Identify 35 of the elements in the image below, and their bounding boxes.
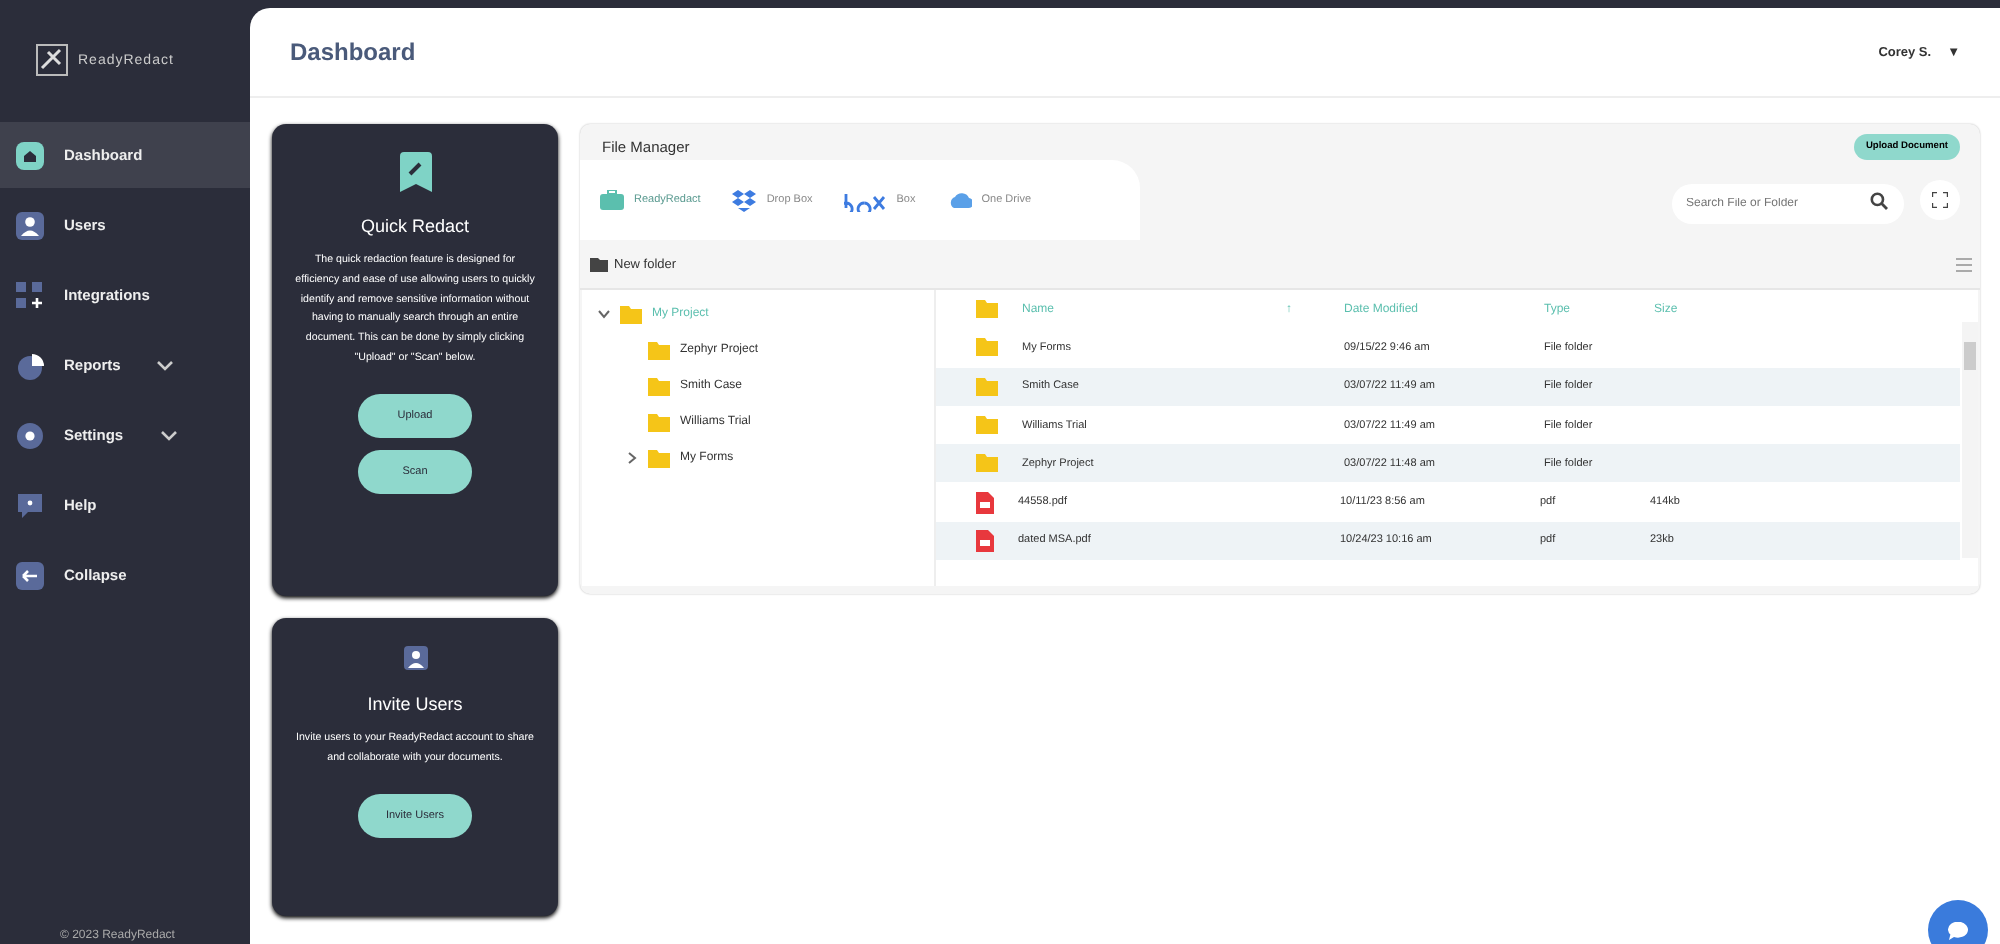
briefcase-icon	[600, 190, 624, 210]
user-icon	[403, 646, 427, 670]
grid-icon	[16, 281, 44, 309]
folder-icon	[976, 300, 998, 319]
folder-icon	[976, 416, 998, 435]
fullscreen-button[interactable]	[1920, 180, 1960, 220]
pdf-file-icon	[976, 529, 994, 552]
folder-icon	[620, 305, 642, 323]
page-title: Dashboard	[290, 38, 416, 66]
box-logo-icon	[844, 189, 887, 211]
pdf-file-icon	[976, 491, 994, 514]
card-title: Invite Users	[367, 694, 463, 714]
folder-icon	[648, 449, 670, 467]
folder-icon	[976, 454, 998, 473]
help-icon	[16, 491, 44, 519]
folder-icon	[976, 377, 998, 396]
folder-icon	[590, 257, 608, 271]
pie-chart-icon	[16, 351, 44, 379]
search-icon	[1870, 192, 1888, 210]
dropbox-icon	[732, 189, 757, 211]
folder-icon	[648, 377, 670, 395]
house-icon	[16, 141, 44, 169]
gear-icon	[16, 421, 44, 449]
list-view-icon	[1956, 257, 1972, 271]
card-title: Quick Redact	[360, 216, 470, 236]
folder-icon	[976, 338, 998, 357]
folder-icon	[648, 413, 670, 431]
chat-bubble-icon	[1948, 921, 1968, 939]
user-icon	[16, 211, 44, 239]
cloud-icon	[947, 190, 972, 210]
scrollbar[interactable]	[1962, 322, 1978, 558]
folder-icon	[648, 341, 670, 359]
expand-icon	[1932, 192, 1948, 208]
ribbon-icon	[399, 152, 431, 192]
logo-icon	[36, 44, 72, 76]
